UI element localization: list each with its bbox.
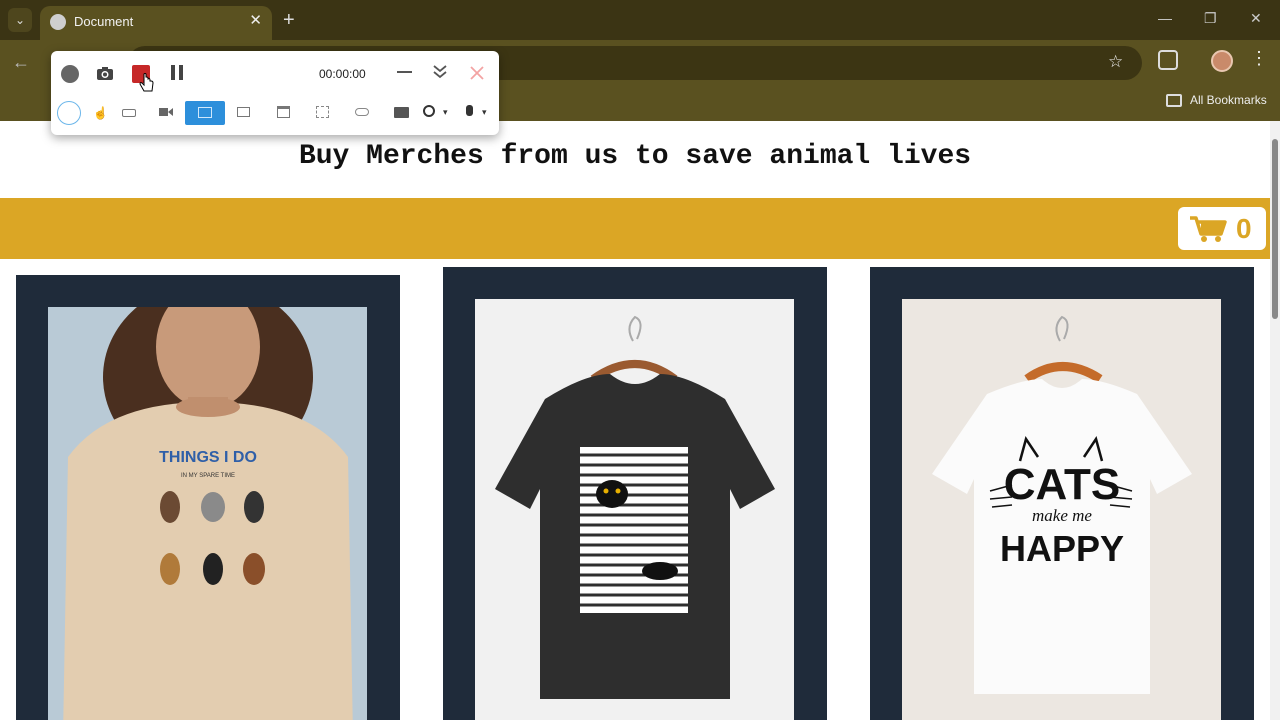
print-subtitle: IN MY SPARE TIME <box>181 473 235 479</box>
video-camera-icon[interactable] <box>159 107 173 117</box>
browser-tab[interactable]: Document ✕ <box>40 6 272 40</box>
screen-recorder-widget: 00:00:00 ☝ ▾ ▾ <box>51 51 499 135</box>
back-arrow-icon[interactable]: ← <box>12 52 30 73</box>
cart-button[interactable]: 0 <box>1178 207 1266 250</box>
close-window-icon[interactable]: ✕ <box>1250 10 1262 27</box>
cart-count: 0 <box>1236 213 1252 244</box>
print-title: THINGS I DO <box>159 449 257 466</box>
tab-title: Document <box>74 14 134 29</box>
print-bottom: HAPPY <box>1000 528 1124 569</box>
folder-icon <box>1166 94 1182 107</box>
microphone-icon[interactable] <box>466 105 473 116</box>
product-image <box>475 299 794 720</box>
tab-search-button[interactable]: ⌄ <box>8 8 32 32</box>
browser-titlebar: ⌄ Document ✕ + ― ❐ ✕ <box>0 0 1280 40</box>
header-bar: 0 <box>0 198 1270 259</box>
restore-icon[interactable]: ❐ <box>1204 10 1217 27</box>
link-icon[interactable] <box>355 108 369 116</box>
hand-cursor-icon <box>139 73 154 92</box>
camera-icon[interactable] <box>96 66 114 81</box>
menu-kebab-icon[interactable]: ⋮ <box>1250 48 1268 69</box>
product-card[interactable] <box>443 267 827 720</box>
product-image: THINGS I DO IN MY SPARE TIME <box>48 307 367 720</box>
globe-icon <box>50 14 66 30</box>
print-title: CATS <box>1004 460 1121 509</box>
fullscreen-icon[interactable] <box>316 106 329 118</box>
cursor-mode-icon[interactable] <box>57 101 81 125</box>
folder-open-icon[interactable] <box>394 107 409 118</box>
close-recorder-icon[interactable] <box>470 66 484 80</box>
window-icon[interactable] <box>277 106 290 118</box>
extensions-icon[interactable] <box>1158 50 1178 70</box>
pause-icon-bar <box>179 65 183 80</box>
minimize-icon[interactable]: ― <box>1158 10 1172 26</box>
page-content: Buy Merches from us to save animal lives… <box>0 121 1270 720</box>
webcam-dropdown-icon[interactable]: ▾ <box>443 107 448 118</box>
cart-icon <box>1190 216 1227 242</box>
tab-close-icon[interactable]: ✕ <box>249 11 262 29</box>
keyboard-icon[interactable] <box>122 109 136 117</box>
recording-timer: 00:00:00 <box>319 67 366 81</box>
minimize-recorder-icon[interactable] <box>397 71 412 73</box>
page-scrollbar[interactable] <box>1270 121 1280 720</box>
region-icon <box>198 107 212 118</box>
webcam-icon[interactable] <box>423 105 435 117</box>
all-bookmarks-link[interactable]: All Bookmarks <box>1190 93 1267 107</box>
product-card[interactable]: CATS make me HAPPY <box>870 267 1254 720</box>
profile-avatar[interactable] <box>1211 50 1233 72</box>
product-card[interactable]: THINGS I DO IN MY SPARE TIME <box>16 275 400 720</box>
collapse-menu-icon[interactable] <box>61 65 79 83</box>
print-middle: make me <box>1032 506 1092 525</box>
region-select-button[interactable] <box>185 101 225 125</box>
pause-icon[interactable] <box>171 65 175 80</box>
microphone-dropdown-icon[interactable]: ▾ <box>482 107 487 118</box>
page-title: Buy Merches from us to save animal lives <box>298 141 972 172</box>
double-chevron-down-icon[interactable] <box>433 65 447 79</box>
scrollbar-thumb[interactable] <box>1272 139 1278 319</box>
new-tab-button[interactable]: + <box>283 8 295 32</box>
bookmark-star-icon[interactable]: ☆ <box>1108 52 1123 72</box>
product-image: CATS make me HAPPY <box>902 299 1221 720</box>
pointer-hand-icon[interactable]: ☝ <box>93 106 108 120</box>
monitor-icon[interactable] <box>237 107 250 117</box>
